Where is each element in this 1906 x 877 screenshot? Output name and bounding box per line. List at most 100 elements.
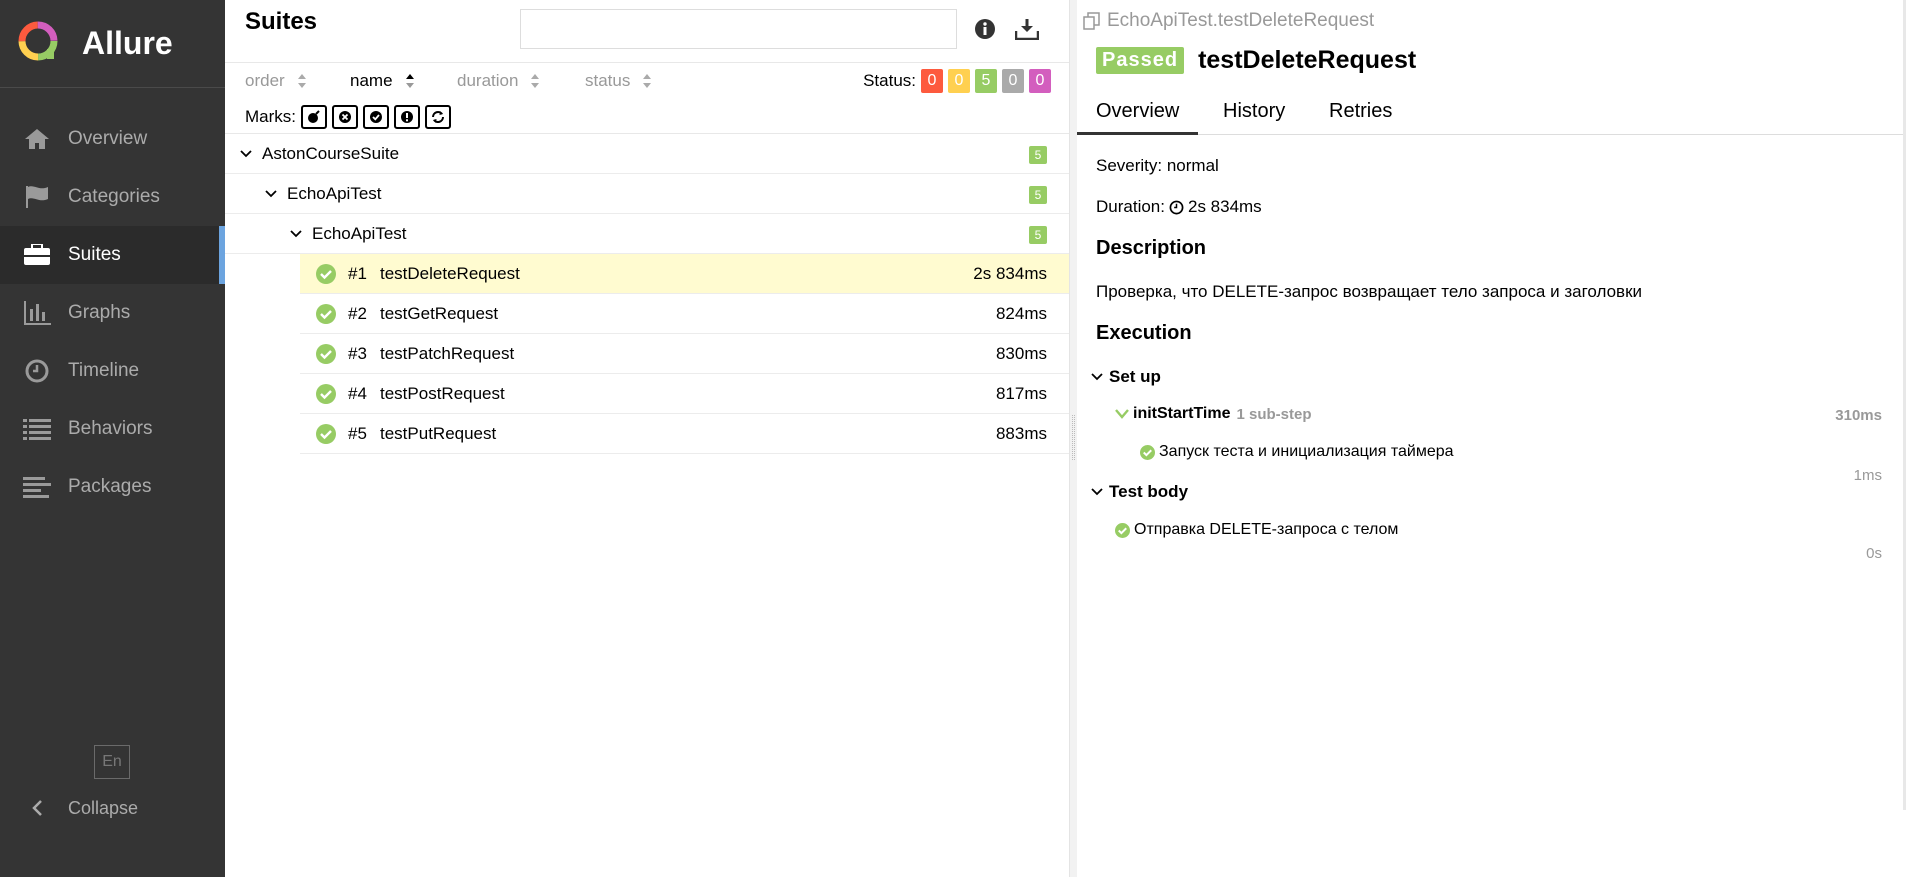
test-row[interactable]: #5 testPutRequest 883ms <box>300 414 1069 454</box>
body-step-time: 0s <box>1866 545 1882 562</box>
test-row[interactable]: #2 testGetRequest 824ms <box>300 294 1069 334</box>
status-filter: Status: 0 0 5 0 0 <box>863 69 1051 93</box>
marks-label: Marks: <box>245 107 296 126</box>
collapse-button[interactable]: Collapse <box>22 790 138 826</box>
test-duration: 824ms <box>995 303 1047 323</box>
test-number: #3 <box>348 343 367 363</box>
sort-asc-icon <box>405 73 415 89</box>
collapse-label: Collapse <box>68 797 139 818</box>
test-row[interactable]: #1 testDeleteRequest 2s 834ms <box>300 254 1069 294</box>
sidebar-item-suites[interactable]: Suites <box>0 226 225 284</box>
sidebar-item-label: Overview <box>68 128 148 149</box>
flag-icon <box>22 182 52 212</box>
status-broken-badge[interactable]: 0 <box>948 69 970 93</box>
duration-label: Duration: <box>1096 197 1165 216</box>
test-number: #1 <box>348 263 367 283</box>
test-detail-pane: EchoApiTest.testDeleteRequest Passed tes… <box>1077 0 1906 877</box>
language-button[interactable]: En <box>94 745 130 779</box>
test-row[interactable]: #4 testPostRequest 817ms <box>300 374 1069 414</box>
mark-new-broken-button[interactable] <box>394 105 420 129</box>
passed-icon <box>316 383 336 404</box>
test-number: #4 <box>348 383 367 403</box>
passed-icon <box>1115 522 1130 538</box>
substep-count: 1 sub-step <box>1236 405 1312 423</box>
chevron-down-icon <box>1091 373 1103 381</box>
sidebar-item-label: Timeline <box>68 360 140 381</box>
test-duration: 817ms <box>995 383 1047 403</box>
download-icon[interactable] <box>1014 16 1040 42</box>
sidebar-item-label: Suites <box>68 244 121 265</box>
body-step-row[interactable]: Отправка DELETE-запроса с телом <box>1115 521 1398 539</box>
tab-retries[interactable]: Retries <box>1310 96 1411 135</box>
pane-splitter[interactable] <box>1069 0 1077 877</box>
substep-time: 1ms <box>1853 467 1882 484</box>
tree-group-name: EchoApiTest <box>287 183 382 203</box>
setup-label: Set up <box>1109 367 1161 386</box>
sidebar-nav: Overview Categories Suites Graphs Timeli… <box>0 110 225 516</box>
chevron-down-icon <box>263 189 279 198</box>
chevron-left-icon <box>22 799 52 817</box>
mark-new-passed-button[interactable] <box>363 105 389 129</box>
duration-row: Duration: 2s 834ms <box>1096 197 1262 217</box>
brand[interactable]: Allure <box>0 0 225 88</box>
tree-group-count: 5 <box>1029 226 1047 244</box>
list-icon <box>22 414 52 444</box>
setup-step-row[interactable]: initStartTime 1 sub-step <box>1115 405 1312 423</box>
test-row[interactable]: #3 testPatchRequest 830ms <box>300 334 1069 374</box>
status-unknown-badge[interactable]: 0 <box>1029 69 1051 93</box>
tree-group-count: 5 <box>1029 146 1047 164</box>
test-body-label: Test body <box>1109 482 1189 501</box>
passed-icon <box>1140 444 1155 460</box>
test-name-heading: testDeleteRequest <box>1198 46 1417 74</box>
duration-value: 2s 834ms <box>1187 197 1262 216</box>
test-name: testPostRequest <box>380 383 505 403</box>
clock-icon <box>1169 200 1184 215</box>
status-badge: Passed <box>1096 47 1185 74</box>
sidebar-item-timeline[interactable]: Timeline <box>0 342 225 400</box>
search-input[interactable] <box>520 9 957 49</box>
setup-step-time: 310ms <box>1835 407 1882 424</box>
sort-name-label: name <box>350 71 393 90</box>
sidebar-item-packages[interactable]: Packages <box>0 458 225 516</box>
sidebar-item-label: Categories <box>68 186 160 207</box>
tree-group-row[interactable]: AstonCourseSuite 5 <box>225 134 1069 174</box>
sort-status[interactable]: status <box>585 71 652 91</box>
tree-group-row[interactable]: EchoApiTest 5 <box>225 174 1069 214</box>
tree-group-row[interactable]: EchoApiTest 5 <box>225 214 1069 254</box>
test-duration: 2s 834ms <box>973 263 1047 283</box>
sidebar: Allure Overview Categories Suites Graphs <box>0 0 225 877</box>
tab-history[interactable]: History <box>1204 96 1304 135</box>
briefcase-icon <box>22 240 52 270</box>
mark-new-failed-button[interactable] <box>332 105 358 129</box>
setup-section-toggle[interactable]: Set up <box>1091 367 1161 387</box>
sort-arrows-icon <box>297 73 307 89</box>
sort-order[interactable]: order <box>245 71 307 91</box>
tree-group-name: EchoApiTest <box>312 223 407 243</box>
tab-overview[interactable]: Overview <box>1077 96 1199 135</box>
test-number: #5 <box>348 423 367 443</box>
test-body-section-toggle[interactable]: Test body <box>1091 482 1188 502</box>
test-name: testGetRequest <box>380 303 499 323</box>
sort-name[interactable]: name <box>350 71 415 91</box>
sidebar-item-label: Graphs <box>68 302 131 323</box>
sidebar-item-behaviors[interactable]: Behaviors <box>0 400 225 458</box>
setup-substep-row[interactable]: Запуск теста и инициализация таймера <box>1140 443 1454 461</box>
setup-step-name: initStartTime <box>1133 405 1231 422</box>
sidebar-item-graphs[interactable]: Graphs <box>0 284 225 342</box>
info-icon[interactable] <box>972 16 998 42</box>
severity-text: Severity: normal <box>1096 156 1219 175</box>
sidebar-item-categories[interactable]: Categories <box>0 168 225 226</box>
test-full-path[interactable]: EchoApiTest.testDeleteRequest <box>1083 10 1374 32</box>
status-failed-badge[interactable]: 0 <box>921 69 943 93</box>
bar-chart-icon <box>22 298 52 328</box>
copy-icon[interactable] <box>1083 12 1101 30</box>
mark-retries-button[interactable] <box>425 105 451 129</box>
mark-flaky-button[interactable] <box>301 105 327 129</box>
sort-order-label: order <box>245 71 285 90</box>
status-skipped-badge[interactable]: 0 <box>1002 69 1024 93</box>
substep-name: Запуск теста и инициализация таймера <box>1159 443 1454 460</box>
status-passed-badge[interactable]: 5 <box>975 69 997 93</box>
sidebar-item-overview[interactable]: Overview <box>0 110 225 168</box>
sort-duration[interactable]: duration <box>457 71 540 91</box>
test-title: Passed testDeleteRequest <box>1096 46 1416 75</box>
